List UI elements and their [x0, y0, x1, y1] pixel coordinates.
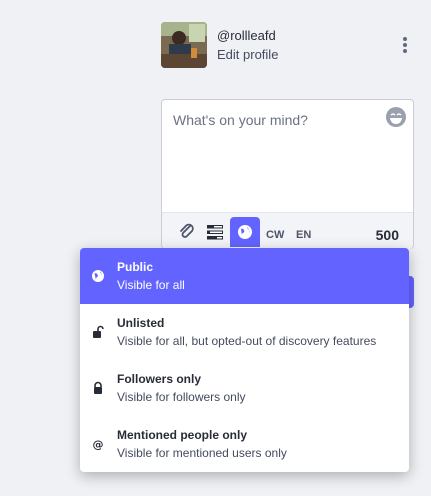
- privacy-dropdown: Public Visible for all Unlisted Visible …: [80, 248, 409, 472]
- privacy-option-title: Public: [117, 260, 154, 274]
- more-vertical-icon[interactable]: [399, 36, 411, 54]
- edit-profile-link[interactable]: Edit profile: [217, 47, 278, 62]
- lock-icon: [91, 381, 105, 395]
- poll-icon[interactable]: [204, 221, 226, 243]
- svg-text:@: @: [93, 438, 104, 451]
- privacy-option-title: Followers only: [117, 372, 202, 386]
- privacy-option-description: Visible for followers only: [117, 390, 246, 404]
- privacy-button[interactable]: [230, 217, 260, 247]
- character-counter: 500: [375, 227, 399, 243]
- compose-toolbar: CW EN 500: [162, 212, 413, 249]
- at-icon: @: [91, 437, 105, 451]
- privacy-option-description: Visible for mentioned users only: [117, 446, 287, 460]
- privacy-option-title: Mentioned people only: [117, 428, 248, 442]
- unlock-icon: [91, 325, 105, 339]
- paperclip-icon[interactable]: [176, 221, 198, 243]
- content-warning-button[interactable]: CW: [266, 229, 284, 241]
- language-button[interactable]: EN: [296, 229, 311, 241]
- emoji-icon[interactable]: [385, 106, 407, 128]
- privacy-option-description: Visible for all, but opted-out of discov…: [117, 334, 377, 348]
- globe-icon: [238, 225, 252, 239]
- globe-icon: [91, 269, 105, 283]
- avatar[interactable]: [161, 22, 207, 68]
- privacy-option-followers[interactable]: Followers only Visible for followers onl…: [80, 360, 409, 416]
- privacy-option-title: Unlisted: [117, 316, 165, 330]
- compose-textarea[interactable]: What's on your mind?: [173, 112, 308, 128]
- privacy-option-unlisted[interactable]: Unlisted Visible for all, but opted-out …: [80, 304, 409, 360]
- compose-form: What's on your mind? CW EN 500: [161, 99, 414, 249]
- privacy-option-public[interactable]: Public Visible for all: [80, 248, 409, 304]
- privacy-option-description: Visible for all: [117, 278, 185, 292]
- privacy-option-mentioned[interactable]: @ Mentioned people only Visible for ment…: [80, 416, 409, 472]
- profile-handle: @rollleafd: [217, 28, 276, 43]
